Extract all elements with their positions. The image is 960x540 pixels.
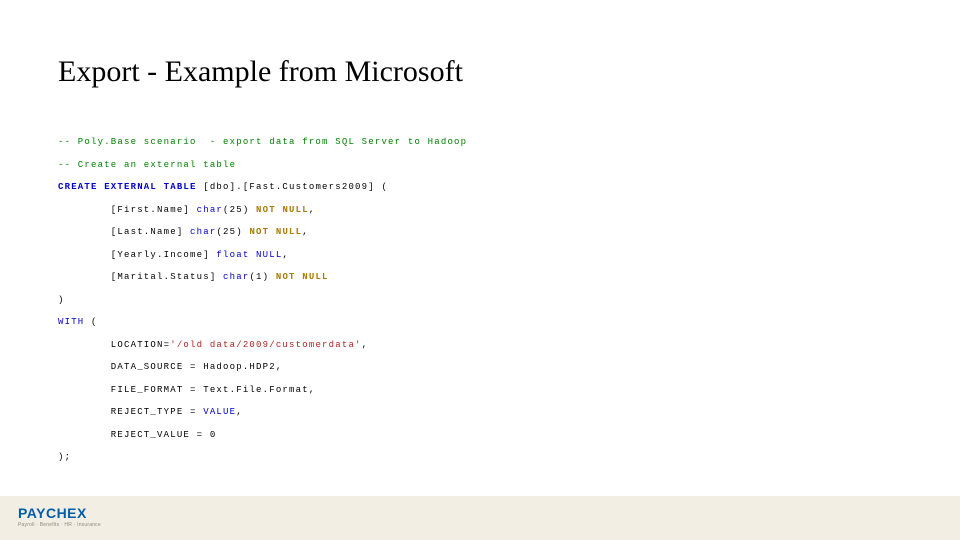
paychex-logo: PAYCHEX Payroll · Benefits · HR · Insura… xyxy=(18,506,101,528)
logo-text: PAYCHEX xyxy=(18,506,101,520)
footer-bar: PAYCHEX Payroll · Benefits · HR · Insura… xyxy=(0,496,960,540)
slide-title: Export - Example from Microsoft xyxy=(58,55,463,89)
sql-code-block: -- Poly.Base scenario - export data from… xyxy=(58,126,652,540)
logo-tagline: Payroll · Benefits · HR · Insurance xyxy=(18,522,101,528)
